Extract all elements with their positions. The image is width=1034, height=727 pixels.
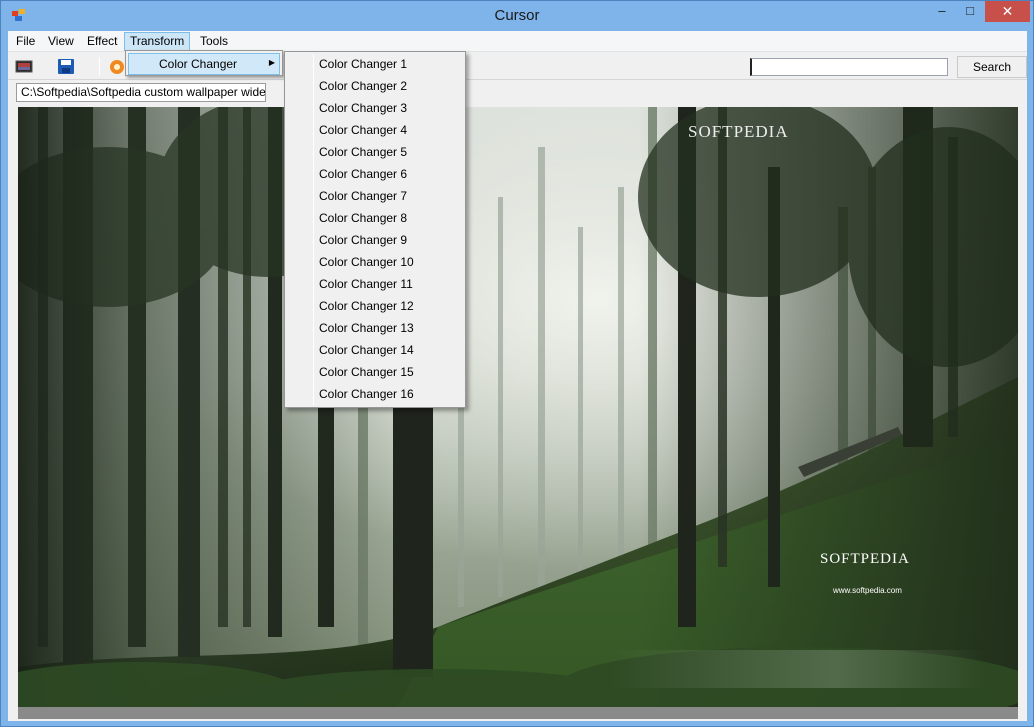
submenu-arrow-icon: ▶ xyxy=(268,58,275,67)
search-button[interactable]: Search xyxy=(957,56,1027,78)
color-changer-label: Color Changer xyxy=(159,57,238,71)
menu-item-color-changer-15[interactable]: Color Changer 15 xyxy=(287,361,463,383)
menu-effect[interactable]: Effect xyxy=(82,32,122,51)
menu-item-color-changer-4[interactable]: Color Changer 4 xyxy=(287,119,463,141)
image-icon[interactable] xyxy=(15,58,33,75)
color-wheel-icon[interactable] xyxy=(108,58,126,75)
menu-bar: File View Effect Transform Tools xyxy=(8,31,1027,52)
file-path-field[interactable]: C:\Softpedia\Softpedia custom wallpaper … xyxy=(16,83,266,102)
menu-item-color-changer-11[interactable]: Color Changer 11 xyxy=(287,273,463,295)
menu-item-color-changer-12[interactable]: Color Changer 12 xyxy=(287,295,463,317)
menu-view[interactable]: View xyxy=(43,32,79,51)
menu-item-color-changer-10[interactable]: Color Changer 10 xyxy=(287,251,463,273)
image-scroll-strip xyxy=(18,707,1018,719)
watermark-band xyxy=(610,650,985,688)
menu-tools[interactable]: Tools xyxy=(195,32,233,51)
menu-item-color-changer-7[interactable]: Color Changer 7 xyxy=(287,185,463,207)
menu-item-color-changer-2[interactable]: Color Changer 2 xyxy=(287,75,463,97)
menu-item-color-changer-16[interactable]: Color Changer 16 xyxy=(287,383,463,405)
title-bar[interactable]: Cursor – □ ✕ xyxy=(1,1,1033,31)
menu-item-color-changer-3[interactable]: Color Changer 3 xyxy=(287,97,463,119)
window-title: Cursor xyxy=(494,7,540,24)
image-preview xyxy=(18,107,1018,707)
save-icon[interactable] xyxy=(57,58,75,75)
menu-item-color-changer[interactable]: Color Changer ▶ xyxy=(128,53,280,75)
menu-item-color-changer-13[interactable]: Color Changer 13 xyxy=(287,317,463,339)
app-window: Cursor – □ ✕ File View Effect Transform … xyxy=(0,0,1034,727)
client-area: File View Effect Transform Tools Search … xyxy=(8,31,1027,721)
menu-transform[interactable]: Transform xyxy=(124,32,191,51)
watermark-url: www.softpedia.com xyxy=(833,586,902,595)
menu-item-color-changer-5[interactable]: Color Changer 5 xyxy=(287,141,463,163)
transform-menu: Color Changer ▶ xyxy=(125,50,283,76)
menu-file[interactable]: File xyxy=(11,32,40,51)
maximize-button[interactable]: □ xyxy=(957,1,983,22)
menu-item-color-changer-6[interactable]: Color Changer 6 xyxy=(287,163,463,185)
menu-item-color-changer-9[interactable]: Color Changer 9 xyxy=(287,229,463,251)
watermark-bottom: SOFTPEDIA xyxy=(820,551,910,567)
forest-image xyxy=(18,107,1018,707)
menu-item-color-changer-1[interactable]: Color Changer 1 xyxy=(287,53,463,75)
toolbar-separator xyxy=(99,57,100,76)
minimize-button[interactable]: – xyxy=(929,1,955,22)
menu-item-color-changer-14[interactable]: Color Changer 14 xyxy=(287,339,463,361)
color-changer-submenu: Color Changer 1 Color Changer 2 Color Ch… xyxy=(284,51,466,408)
search-input[interactable] xyxy=(750,58,948,76)
close-button[interactable]: ✕ xyxy=(985,1,1030,22)
menu-item-color-changer-8[interactable]: Color Changer 8 xyxy=(287,207,463,229)
watermark-top: SOFTPEDIA xyxy=(688,122,789,141)
